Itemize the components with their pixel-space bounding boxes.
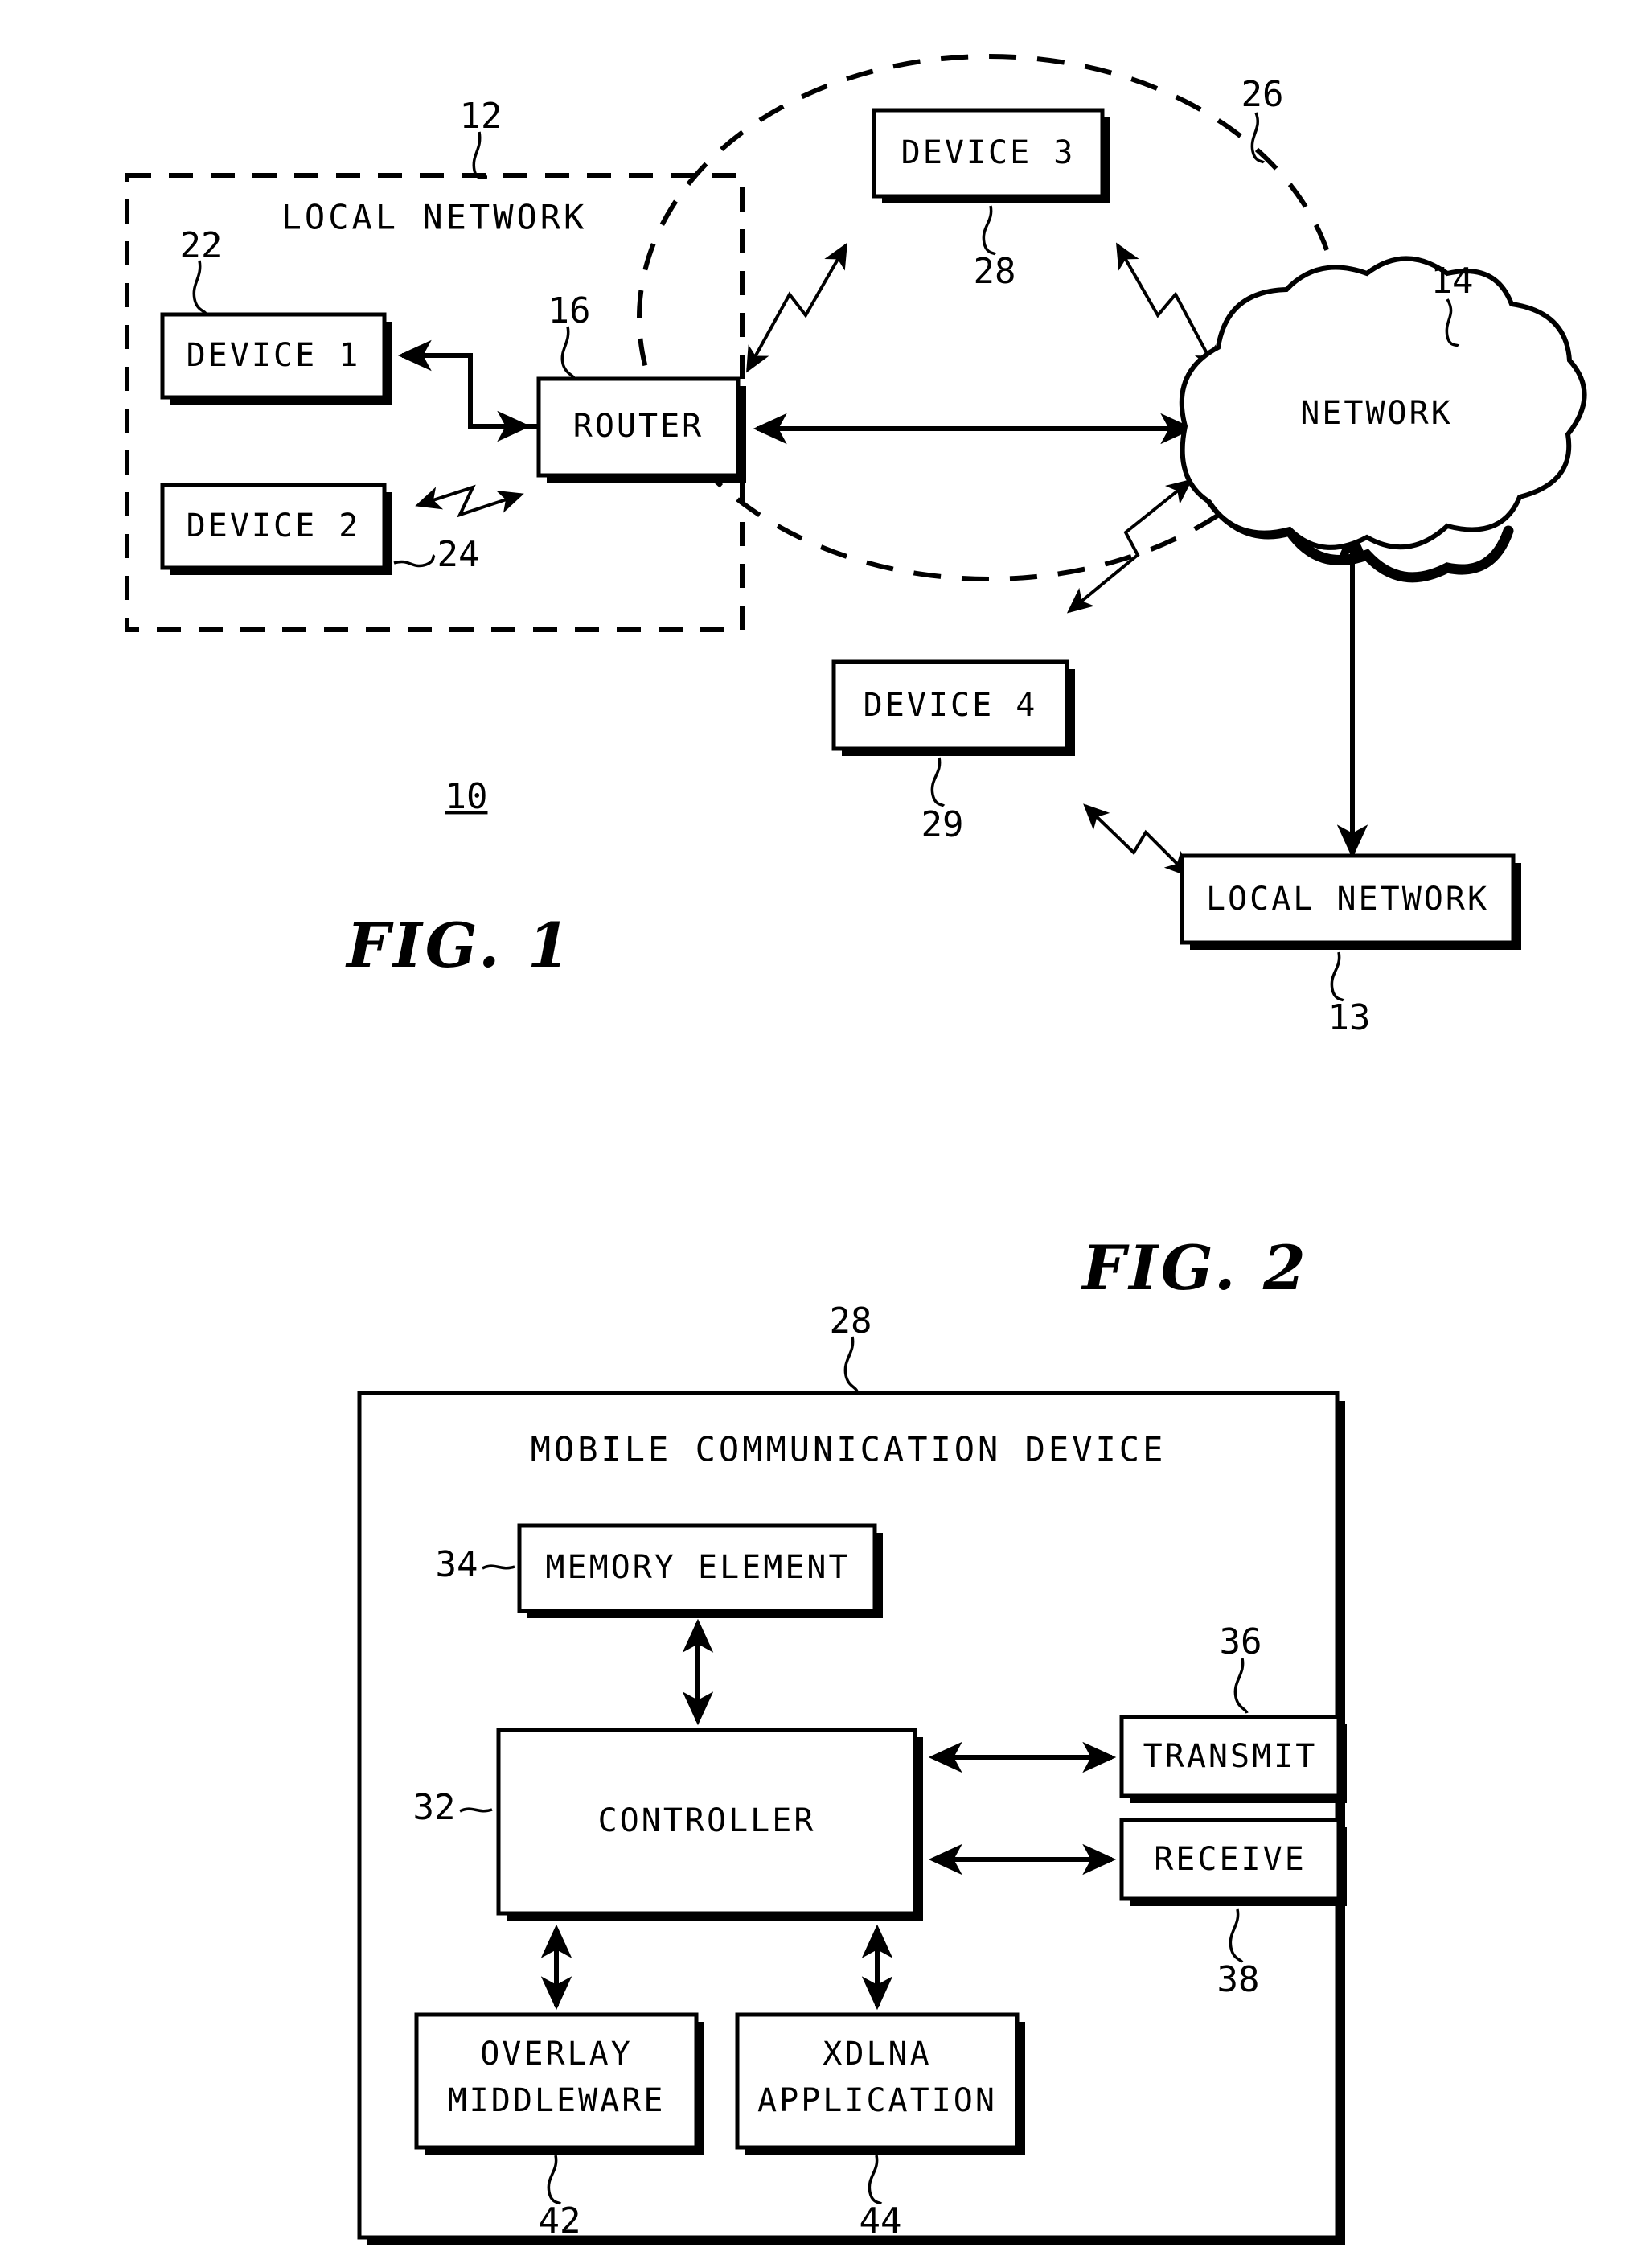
receive-label: RECEIVE <box>1154 1841 1307 1878</box>
overlay-middleware-label-line2: MIDDLEWARE <box>448 2082 666 2119</box>
device4-label: DEVICE 4 <box>864 687 1038 724</box>
ref-28-fig1: 28 <box>974 251 1016 292</box>
local-network-title: LOCAL NETWORK <box>281 198 588 237</box>
node-device1: DEVICE 1 <box>160 312 392 405</box>
ref-14: 14 <box>1431 261 1474 302</box>
block-controller: CONTROLLER <box>496 1728 923 1921</box>
ref-16: 16 <box>548 290 591 331</box>
controller-label: CONTROLLER <box>598 1802 816 1839</box>
overlay-middleware-label-line1: OVERLAY <box>480 2036 633 2073</box>
block-xdlna-application: XDLNA APPLICATION <box>735 2012 1025 2155</box>
ref-24: 24 <box>437 534 480 575</box>
ref-36: 36 <box>1220 1621 1262 1662</box>
node-remote-local-network: LOCAL NETWORK <box>1180 853 1521 950</box>
system-ref-10: 10 <box>445 776 488 817</box>
leader-32 <box>459 1807 493 1813</box>
router-label: ROUTER <box>573 408 704 445</box>
leader-34 <box>482 1564 515 1570</box>
ref-44: 44 <box>860 2200 902 2241</box>
ref-29: 29 <box>921 804 964 845</box>
transmit-label: TRANSMIT <box>1143 1738 1318 1775</box>
ref-28-fig2: 28 <box>830 1300 872 1341</box>
mobile-device-title: MOBILE COMMUNICATION DEVICE <box>531 1430 1167 1469</box>
ref-12: 12 <box>460 96 503 137</box>
xdlna-application-label-line1: XDLNA <box>823 2036 931 2073</box>
figure-2-caption: FIG. 2 <box>1081 1232 1309 1304</box>
device2-label: DEVICE 2 <box>187 507 361 544</box>
xdlna-application-label-line2: APPLICATION <box>757 2082 997 2119</box>
block-receive: RECEIVE <box>1119 1818 1347 1906</box>
ref-42: 42 <box>539 2200 581 2241</box>
ref-32: 32 <box>413 1787 456 1828</box>
node-device3: DEVICE 3 <box>872 108 1110 203</box>
device3-label: DEVICE 3 <box>901 134 1076 171</box>
block-memory-element: MEMORY ELEMENT <box>517 1523 883 1618</box>
block-overlay-middleware: OVERLAY MIDDLEWARE <box>414 2012 704 2155</box>
block-transmit: TRANSMIT <box>1119 1715 1347 1803</box>
device1-label: DEVICE 1 <box>187 337 361 374</box>
patent-figure-sheet: LOCAL NETWORK 12 DEVICE 1 22 DEVICE 2 24… <box>0 0 1633 2268</box>
ref-38: 38 <box>1217 1959 1260 2000</box>
node-router: ROUTER <box>536 376 746 483</box>
memory-element-label: MEMORY ELEMENT <box>545 1549 850 1586</box>
ref-22: 22 <box>180 225 223 266</box>
remote-local-network-label: LOCAL NETWORK <box>1206 881 1489 918</box>
ref-13: 13 <box>1328 997 1371 1038</box>
figure-1-caption: FIG. 1 <box>345 910 573 981</box>
node-device4: DEVICE 4 <box>831 659 1075 756</box>
ref-26: 26 <box>1241 74 1284 115</box>
ref-34: 34 <box>436 1544 478 1585</box>
network-label: NETWORK <box>1300 395 1453 432</box>
node-device2: DEVICE 2 <box>160 483 392 575</box>
